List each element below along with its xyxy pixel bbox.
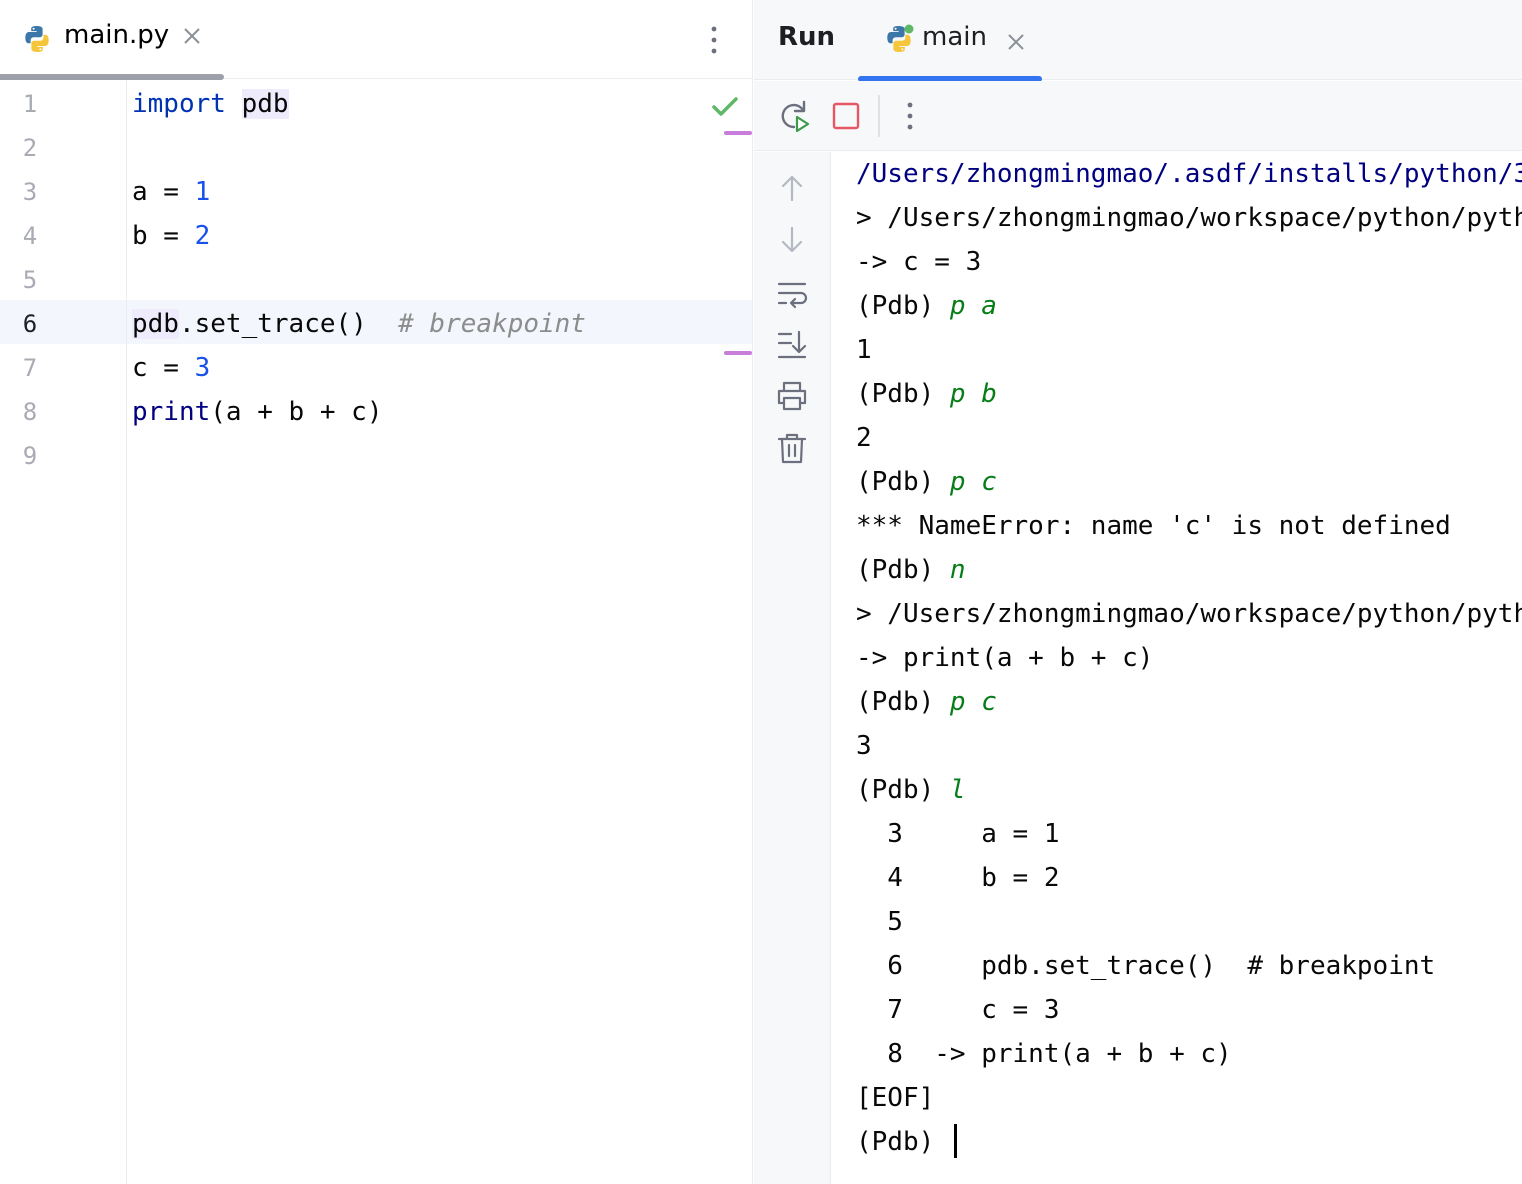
run-title: Run [778,22,836,52]
python-running-icon [887,24,914,52]
console-line: (Pdb) n [856,548,966,592]
console-line: -> c = 3 [856,247,982,277]
number-token: 3 [194,353,211,383]
console-line: 2 [856,423,872,453]
run-tool-window: Run main /Users/zhongmingmao/.asdf/insta… [754,0,1522,1184]
run-tab-label: main [922,22,987,52]
pdb-command: l [949,775,966,805]
error-stripe-marker[interactable] [724,351,752,355]
console-line: 1 [856,335,872,365]
print-icon[interactable] [774,378,810,414]
console-line: 8 -> print(a + b + c) [856,1039,1232,1069]
console-line: > /Users/zhongmingmao/workspace/python/p… [856,203,1522,233]
console-line: 7 c = 3 [856,995,1060,1025]
soft-wrap-icon[interactable] [774,276,810,312]
line-number-gutter[interactable]: 1 2 3 4 5 6 7 8 9 [0,80,127,1184]
number-token: 1 [194,177,211,207]
console-line: (Pdb) p c [856,680,997,724]
pdb-command: p b [949,379,997,409]
console-side-toolbar [754,152,831,1184]
trash-icon[interactable] [774,430,810,466]
pdb-prompt: (Pdb) [856,291,950,321]
console-line: (Pdb) l [856,768,966,812]
close-icon[interactable] [182,26,202,46]
editor-tab-label: main.py [64,20,170,50]
console-line: 6 pdb.set_trace() # breakpoint [856,951,1436,981]
code-text: c = [132,353,195,383]
kebab-menu-icon[interactable] [700,20,728,60]
pdb-prompt: (Pdb) [856,379,950,409]
pdb-prompt: (Pdb) [856,775,950,805]
scroll-to-end-icon[interactable] [774,326,810,362]
code-editor[interactable]: import pdb a = 1 b = 2 pdb.set_trace() #… [128,80,752,1184]
toolbar-separator [878,95,880,137]
text-cursor [953,1123,957,1158]
line-number: 2 [22,134,38,162]
editor-tab-bar: main.py [0,0,752,80]
console-error-line: *** NameError: name 'c' is not defined [856,511,1451,541]
pdb-prompt: (Pdb) [856,555,950,585]
run-header: Run main [754,0,1522,82]
builtin-token: print [132,397,211,427]
identifier-token: pdb [241,89,289,119]
code-line-7: c = 3 [132,346,756,390]
identifier-token: pdb [132,309,179,339]
editor-tab-main-py[interactable]: main.py [0,0,224,80]
code-text: (a + b + c) [210,397,383,427]
arrow-down-icon[interactable] [774,222,810,258]
python-icon [25,26,49,52]
line-number: 1 [22,90,38,118]
editor-pane: main.py 1 2 3 4 5 6 7 8 9 import pdb a =… [0,0,753,1184]
rerun-icon[interactable] [776,98,812,134]
console-line: 3 a = 1 [856,819,1060,849]
line-number: 7 [22,354,38,382]
line-number: 5 [22,266,38,294]
pdb-prompt: (Pdb) [856,687,950,717]
console-line: 5 [856,907,903,937]
line-number-current: 6 [22,310,38,338]
code-line-8: print(a + b + c) [132,390,756,434]
console-line: 3 [856,731,872,761]
pdb-command: n [949,555,966,585]
run-tab-main[interactable]: main [858,0,1042,82]
checkmark-icon[interactable] [710,94,740,120]
arrow-up-icon[interactable] [774,170,810,206]
number-token: 2 [194,221,211,251]
line-number: 9 [22,442,38,470]
pdb-command: p c [949,467,997,497]
console-line: > /Users/zhongmingmao/workspace/python/p… [856,599,1522,629]
console-line: /Users/zhongmingmao/.asdf/installs/pytho… [856,159,1522,189]
pdb-prompt: (Pdb) [856,1127,950,1157]
console-line: (Pdb) p a [856,284,997,328]
console-line: (Pdb) p b [856,372,997,416]
kebab-menu-icon[interactable] [896,96,924,136]
line-number: 3 [22,178,38,206]
code-line-1: import pdb [132,82,756,126]
error-stripe-marker[interactable] [724,131,752,135]
code-line-6: pdb.set_trace() # breakpoint [132,302,756,346]
stop-icon[interactable] [828,98,864,134]
keyword-token: import [132,89,226,119]
console-output[interactable]: /Users/zhongmingmao/.asdf/installs/pytho… [832,152,1522,1184]
code-line-3: a = 1 [132,170,756,214]
code-line-4: b = 2 [132,214,756,258]
code-text: b = [132,221,195,251]
pdb-command: p a [949,291,997,321]
comment-token: # breakpoint [398,309,586,339]
console-input-line[interactable]: (Pdb) [856,1120,957,1164]
run-toolbar [754,81,1522,151]
console-line: [EOF] [856,1083,935,1113]
line-number: 8 [22,398,38,426]
console-line: (Pdb) p c [856,460,997,504]
pdb-command: p c [949,687,997,717]
close-icon[interactable] [1006,32,1026,52]
code-text: .set_trace() [178,309,367,339]
pdb-prompt: (Pdb) [856,467,950,497]
console-line: -> print(a + b + c) [856,643,1154,673]
code-text: a = [132,177,195,207]
console-line: 4 b = 2 [856,863,1060,893]
line-number: 4 [22,222,38,250]
